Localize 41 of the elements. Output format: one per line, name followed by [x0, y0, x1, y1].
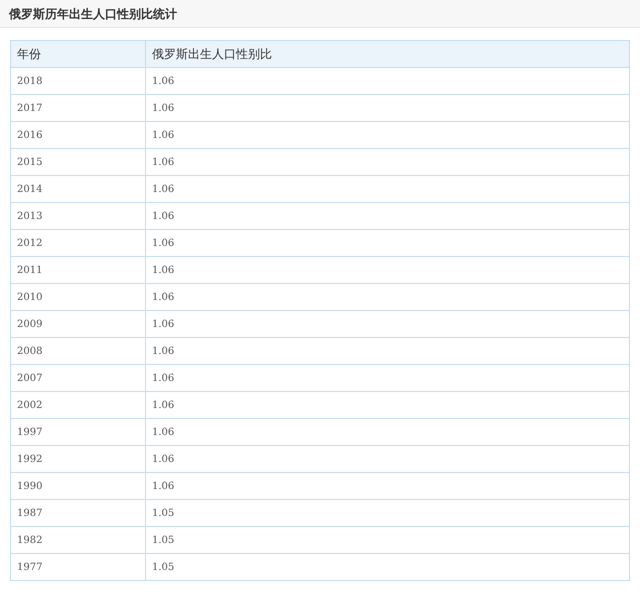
- table-cell: 1.06: [146, 418, 630, 446]
- table-cell: 2018: [10, 68, 146, 94]
- table-cell: 2009: [10, 310, 146, 338]
- table-cell: 1990: [10, 472, 146, 500]
- table-cell: 1992: [10, 446, 146, 472]
- table-cell: 1.06: [146, 338, 630, 364]
- table-cell: 1.06: [146, 176, 630, 202]
- table-cell: 1.06: [146, 446, 630, 472]
- table-cell: 1982: [10, 526, 146, 554]
- table-cell: 1.06: [146, 148, 630, 176]
- column-header: 年份: [10, 40, 146, 68]
- table-cell: 1.06: [146, 230, 630, 256]
- table-cell: 1.05: [146, 526, 630, 554]
- column-header: 俄罗斯出生人口性别比: [146, 40, 630, 68]
- table-cell: 1977: [10, 554, 146, 580]
- table-cell: 1.06: [146, 284, 630, 310]
- table-cell: 2007: [10, 364, 146, 392]
- table-cell: 1.06: [146, 364, 630, 392]
- table-cell: 1.06: [146, 122, 630, 148]
- table-cell: 2016: [10, 122, 146, 148]
- table-cell: 2011: [10, 256, 146, 284]
- table-cell: 1.05: [146, 554, 630, 580]
- table-cell: 2008: [10, 338, 146, 364]
- table-cell: 1.06: [146, 392, 630, 418]
- table-cell: 2012: [10, 230, 146, 256]
- table-cell: 1.06: [146, 68, 630, 94]
- table-cell: 2010: [10, 284, 146, 310]
- table-cell: 1.06: [146, 202, 630, 230]
- page-title: 俄罗斯历年出生人口性别比统计: [9, 6, 177, 22]
- table-cell: 2014: [10, 176, 146, 202]
- table-cell: 1987: [10, 500, 146, 526]
- table-cell: 2013: [10, 202, 146, 230]
- table-cell: 2002: [10, 392, 146, 418]
- table-cell: 1997: [10, 418, 146, 446]
- table-cell: 1.06: [146, 94, 630, 122]
- table-cell: 2015: [10, 148, 146, 176]
- table-cell: 1.06: [146, 310, 630, 338]
- table-cell: 2017: [10, 94, 146, 122]
- table-cell: 1.06: [146, 472, 630, 500]
- table-cell: 1.06: [146, 256, 630, 284]
- table-cell: 1.05: [146, 500, 630, 526]
